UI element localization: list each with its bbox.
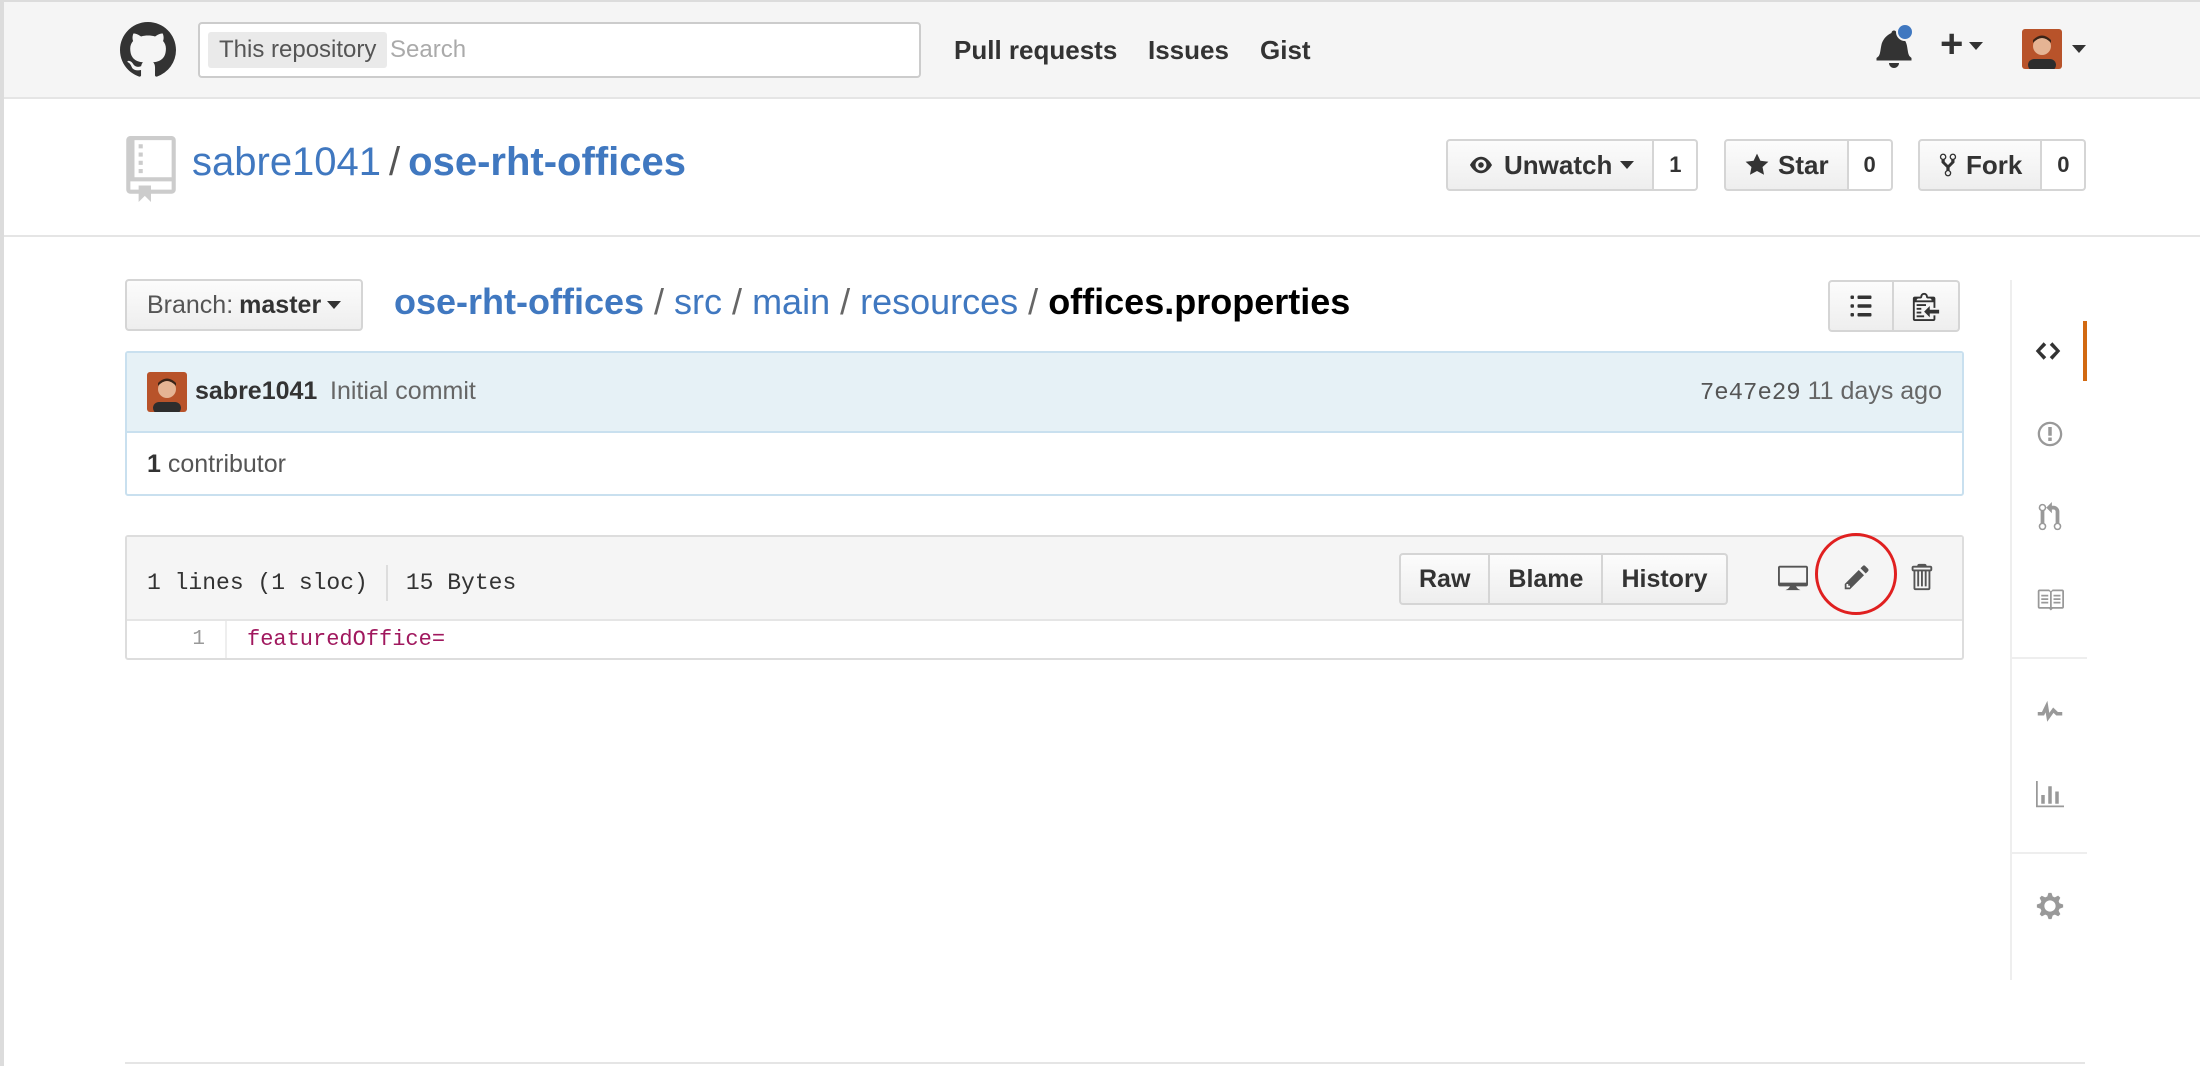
file-info: 1 lines (1 sloc) 15 Bytes	[147, 565, 516, 601]
fork-group: Fork 0	[1918, 139, 2087, 191]
sidebar-item-graphs[interactable]	[2012, 765, 2087, 825]
jump-to-file-button[interactable]	[1828, 280, 1894, 332]
chevron-down-icon	[1620, 161, 1635, 169]
git-pull-request-icon	[2038, 502, 2061, 531]
commit-tease: sabre1041 Initial commit 7e47e29 11 days…	[125, 351, 1964, 496]
chevron-down-icon	[2072, 45, 2086, 53]
list-icon	[1850, 295, 1872, 317]
search-box[interactable]: This repository	[198, 22, 921, 78]
plus-icon: +	[1940, 22, 1964, 66]
search-input[interactable]	[390, 32, 890, 68]
chevron-down-icon	[327, 301, 342, 309]
breadcrumb-main-link[interactable]: main	[752, 281, 830, 322]
raw-button[interactable]: Raw	[1399, 553, 1491, 605]
sidebar-item-issues[interactable]	[2012, 404, 2087, 464]
unwatch-button[interactable]: Unwatch	[1446, 139, 1655, 191]
file-header: 1 lines (1 sloc) 15 Bytes Raw Blame Hist…	[127, 533, 1962, 621]
divider	[385, 565, 388, 601]
forks-count[interactable]: 0	[2042, 139, 2087, 191]
create-new-menu[interactable]: +	[1940, 22, 1984, 66]
breadcrumb-file-name: offices.properties	[1048, 281, 1351, 322]
watchers-count[interactable]: 1	[1654, 139, 1699, 191]
repo-owner-link[interactable]: sabre1041	[192, 140, 381, 184]
desktop-icon[interactable]	[1775, 559, 1811, 595]
notification-indicator	[1896, 23, 1914, 41]
issue-opened-icon	[2037, 421, 2062, 447]
trashcan-icon[interactable]	[1903, 559, 1939, 595]
fork-button[interactable]: Fork	[1918, 139, 2043, 191]
sidebar-item-settings[interactable]	[2012, 876, 2087, 936]
commit-author-avatar[interactable]	[147, 372, 187, 412]
sidebar-item-code[interactable]	[2012, 321, 2087, 381]
commit-message-link[interactable]: Initial commit	[330, 377, 476, 406]
breadcrumb: ose-rht-offices / src / main / resources / offic…	[394, 281, 1351, 322]
latest-commit: sabre1041 Initial commit 7e47e29 11 days…	[127, 353, 1962, 433]
history-button[interactable]: History	[1603, 553, 1728, 605]
code-content: featuredOffice=	[247, 627, 446, 652]
contributor-label: contributor	[167, 450, 286, 478]
edit-highlight-circle	[1815, 533, 1897, 615]
book-icon	[2037, 589, 2064, 611]
nav-pull-requests[interactable]: Pull requests	[954, 32, 1117, 68]
file-navigation-buttons	[1828, 280, 1960, 332]
fork-label: Fork	[1966, 149, 2023, 180]
sidebar-item-wiki[interactable]	[2012, 570, 2087, 630]
breadcrumb-src-link[interactable]: src	[674, 281, 722, 322]
sidebar-divider	[2012, 852, 2087, 854]
graph-icon	[2035, 781, 2064, 808]
contributor-count: 1	[147, 450, 161, 478]
repo-separator: /	[389, 140, 401, 184]
star-icon	[1745, 153, 1769, 175]
commit-sha-link[interactable]: 7e47e29	[1700, 380, 1801, 407]
clippy-icon	[1912, 292, 1940, 321]
repo-title: sabre1041/ose-rht-offices	[192, 137, 686, 187]
contributors-summary: 1 contributor	[147, 450, 286, 479]
user-avatar	[2022, 29, 2062, 69]
watch-group: Unwatch 1	[1446, 139, 1699, 191]
unwatch-label: Unwatch	[1504, 149, 1613, 180]
gear-icon	[2036, 892, 2063, 920]
branch-name: master	[239, 290, 322, 319]
file-actions: Raw Blame History	[1399, 553, 1728, 605]
file-lines-info: 1 lines (1 sloc)	[147, 570, 368, 596]
branch-selector[interactable]: Branch: master	[125, 279, 364, 331]
sidebar-divider	[2012, 657, 2087, 659]
repo-header: sabre1041/ose-rht-offices Unwatch 1 Star…	[4, 99, 2200, 237]
star-group: Star 0	[1724, 139, 1893, 191]
star-label: Star	[1778, 149, 1829, 180]
nav-gist[interactable]: Gist	[1260, 32, 1311, 68]
file-viewer: 1 lines (1 sloc) 15 Bytes Raw Blame Hist…	[125, 533, 1964, 660]
repo-icon	[126, 136, 176, 202]
line-number[interactable]: 1	[127, 621, 227, 658]
breadcrumb-resources-link[interactable]: resources	[860, 281, 1018, 322]
user-menu[interactable]	[2022, 29, 2086, 69]
sidebar-item-pull-requests[interactable]	[2012, 487, 2087, 547]
star-button[interactable]: Star	[1724, 139, 1849, 191]
fork-icon	[1939, 153, 1957, 177]
code-icon	[2035, 342, 2060, 360]
chevron-down-icon	[1969, 42, 1984, 51]
stars-count[interactable]: 0	[1848, 139, 1893, 191]
commit-author-link[interactable]: sabre1041	[195, 377, 317, 406]
repo-name-link[interactable]: ose-rht-offices	[408, 140, 686, 184]
nav-issues[interactable]: Issues	[1148, 32, 1229, 68]
file-size: 15 Bytes	[405, 570, 517, 596]
search-scope-label: This repository	[208, 32, 388, 68]
blame-button[interactable]: Blame	[1490, 553, 1604, 605]
github-logo-icon[interactable]	[120, 22, 176, 78]
commit-time: 11 days ago	[1807, 377, 1942, 405]
pulse-icon	[2037, 700, 2062, 722]
breadcrumb-repo-link[interactable]: ose-rht-offices	[394, 281, 644, 322]
branch-prefix: Branch:	[147, 290, 234, 319]
repo-sidebar-nav	[2010, 280, 2087, 980]
footer-divider	[125, 1062, 2085, 1064]
copy-path-button[interactable]	[1894, 280, 1960, 332]
contributors-row[interactable]: 1 contributor	[127, 433, 1962, 494]
commit-meta: 7e47e29 11 days ago	[1700, 377, 1942, 407]
eye-icon	[1470, 156, 1492, 174]
sidebar-item-pulse[interactable]	[2012, 682, 2087, 742]
code-line: 1 featuredOffice=	[127, 621, 1962, 658]
site-header: This repository Pull requests Issues Gis…	[4, 2, 2200, 99]
